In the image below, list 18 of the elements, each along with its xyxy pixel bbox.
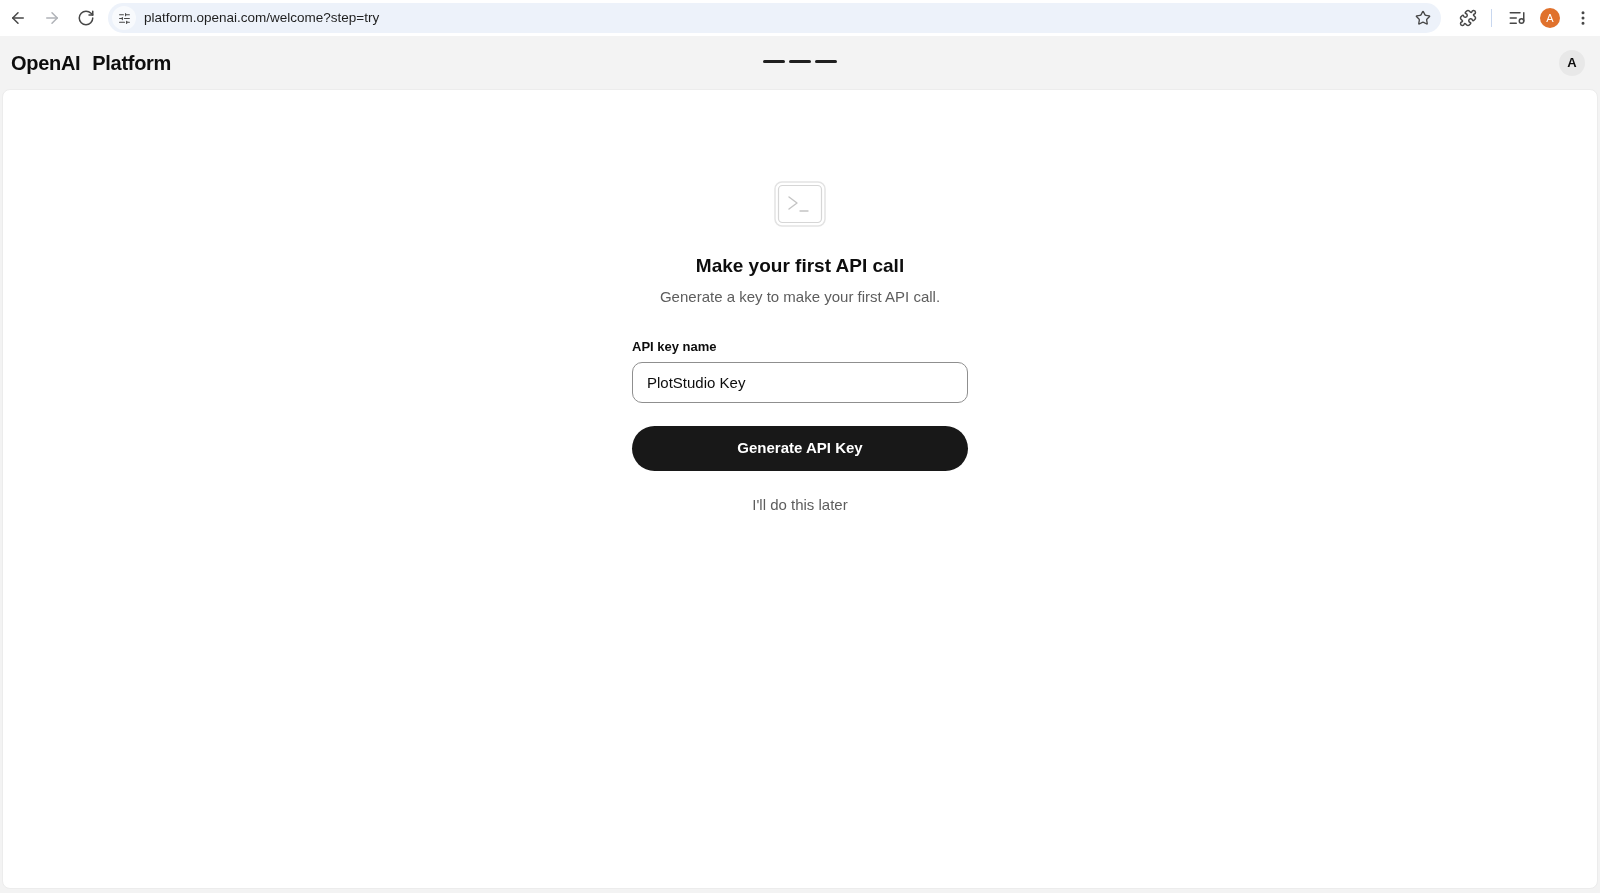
generate-api-key-button[interactable]: Generate API Key xyxy=(632,426,968,471)
page-title: Make your first API call xyxy=(695,254,905,278)
field-label: API key name xyxy=(632,338,717,356)
reload-icon xyxy=(77,9,95,27)
forward-arrow-icon xyxy=(43,9,61,27)
site-settings-icon[interactable] xyxy=(112,6,136,30)
terminal-icon xyxy=(774,181,826,227)
product-name: Platform xyxy=(92,50,172,76)
user-avatar[interactable]: A xyxy=(1559,49,1585,76)
bookmark-star-icon[interactable] xyxy=(1415,10,1431,26)
puzzle-icon[interactable] xyxy=(1459,9,1477,27)
address-bar[interactable]: platform.openai.com/welcome?step=try xyxy=(108,3,1441,33)
page-subtitle: Generate a key to make your first API call. xyxy=(659,287,941,307)
logo-text[interactable]: OpenAI xyxy=(11,47,81,78)
media-queue-icon[interactable] xyxy=(1508,9,1526,27)
do-this-later-link[interactable]: I'll do this later xyxy=(752,494,848,516)
api-key-name-field[interactable]: PlotStudio Key xyxy=(632,362,968,403)
url-text: platform.openai.com/welcome?step=try xyxy=(144,8,380,27)
